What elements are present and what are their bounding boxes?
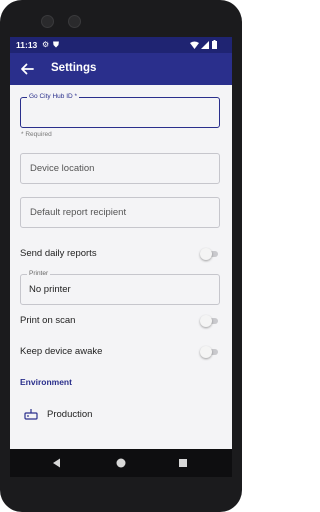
send-daily-reports-toggle[interactable] <box>200 248 220 260</box>
report-recipient-placeholder: Default report recipient <box>30 207 127 218</box>
device-location-field[interactable]: Device location <box>20 153 220 184</box>
environment-section-title: Environment <box>20 377 72 387</box>
arrow-left-icon[interactable] <box>18 60 36 78</box>
environment-label: Production <box>47 409 93 420</box>
status-bar: 11:13 ⚙ ⛊ <box>10 37 232 53</box>
send-daily-reports-label: Send daily reports <box>20 248 97 259</box>
phone-frame: 11:13 ⚙ ⛊ Settings Go City Hub ID * * Re… <box>0 0 242 512</box>
toggle-knob <box>200 315 212 327</box>
printer-label: Printer <box>27 270 51 278</box>
wifi-icon <box>190 41 199 49</box>
print-on-scan-toggle[interactable] <box>200 315 220 327</box>
toggle-knob <box>200 248 212 260</box>
hub-id-field[interactable]: Go City Hub ID * <box>20 93 220 128</box>
battery-icon <box>212 40 217 49</box>
report-recipient-field[interactable]: Default report recipient <box>20 197 220 228</box>
home-circle-icon[interactable] <box>115 457 127 469</box>
page-title: Settings <box>51 62 97 74</box>
back-triangle-icon[interactable] <box>51 457 63 469</box>
signal-icon <box>201 41 209 49</box>
server-icon <box>24 409 38 420</box>
hub-id-helper: * Required <box>21 131 52 138</box>
recents-square-icon[interactable] <box>177 457 189 469</box>
environment-item[interactable]: Production <box>10 399 232 429</box>
front-camera <box>41 15 54 28</box>
device-location-placeholder: Device location <box>30 163 95 174</box>
printer-value: No printer <box>29 284 71 295</box>
printer-field[interactable]: Printer No printer <box>20 270 220 305</box>
app-bar: Settings <box>10 53 232 85</box>
keep-awake-label: Keep device awake <box>20 346 103 357</box>
status-time: 11:13 <box>16 40 38 50</box>
keep-awake-toggle[interactable] <box>200 346 220 358</box>
toggle-knob <box>200 346 212 358</box>
shield-icon: ⛊ <box>53 40 59 49</box>
screen: 11:13 ⚙ ⛊ Settings Go City Hub ID * * Re… <box>10 37 232 477</box>
gear-icon: ⚙ <box>42 40 50 49</box>
hub-id-label: Go City Hub ID * <box>27 93 80 101</box>
system-nav-bar <box>10 449 232 477</box>
front-sensor <box>68 15 81 28</box>
print-on-scan-label: Print on scan <box>20 315 76 326</box>
